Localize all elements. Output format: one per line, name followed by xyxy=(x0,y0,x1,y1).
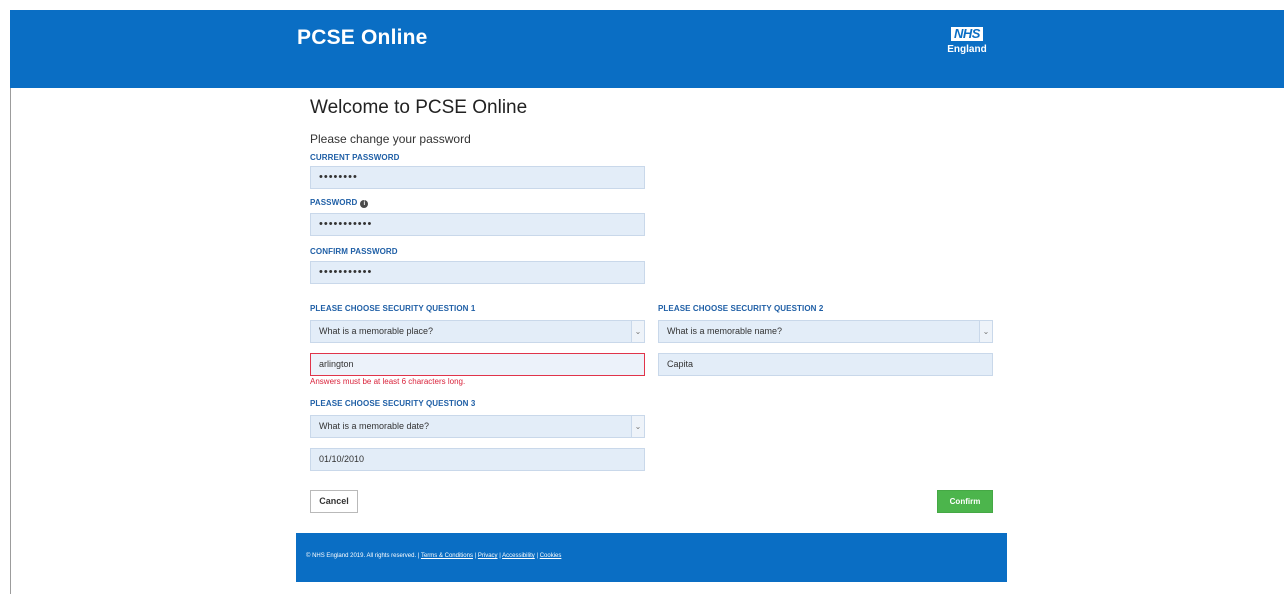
security-answer-2-field[interactable]: Capita xyxy=(658,353,993,376)
security-question-3-select[interactable]: What is a memorable date? ⌄ xyxy=(310,415,645,438)
page-subtitle: Please change your password xyxy=(310,132,471,146)
footer-link-privacy[interactable]: Privacy xyxy=(478,553,498,559)
security-question-2-label: PLEASE CHOOSE SECURITY QUESTION 2 xyxy=(658,304,824,313)
info-icon[interactable]: i xyxy=(360,200,369,208)
footer-copyright: © NHS England 2019. All rights reserved.… xyxy=(306,553,421,559)
nhs-england-logo[interactable]: NHS England xyxy=(942,25,992,56)
security-question-2-select[interactable]: What is a memorable name? ⌄ xyxy=(658,320,993,343)
footer-text: © NHS England 2019. All rights reserved.… xyxy=(306,553,561,559)
password-label-text: PASSWORD xyxy=(310,198,358,207)
site-header xyxy=(10,10,1284,88)
chevron-down-icon[interactable]: ⌄ xyxy=(979,321,992,342)
page-title: Welcome to PCSE Online xyxy=(310,97,528,118)
security-question-1-value: What is a memorable place? xyxy=(319,326,434,336)
chevron-down-icon[interactable]: ⌄ xyxy=(631,416,644,437)
password-label: PASSWORD i xyxy=(310,198,369,208)
security-answer-1-field[interactable]: arlington xyxy=(310,353,645,376)
confirm-password-field[interactable]: ••••••••••• xyxy=(310,261,645,284)
security-question-1-select[interactable]: What is a memorable place? ⌄ xyxy=(310,320,645,343)
footer-link-terms[interactable]: Terms & Conditions xyxy=(421,553,473,559)
footer-link-cookies[interactable]: Cookies xyxy=(540,553,562,559)
security-question-3-label: PLEASE CHOOSE SECURITY QUESTION 3 xyxy=(310,399,476,408)
new-password-field[interactable]: ••••••••••• xyxy=(310,213,645,236)
current-password-label: CURRENT PASSWORD xyxy=(310,153,400,162)
current-password-field[interactable]: •••••••• xyxy=(310,166,645,189)
footer-link-accessibility[interactable]: Accessibility xyxy=(502,553,535,559)
site-footer: © NHS England 2019. All rights reserved.… xyxy=(296,533,1007,582)
page-border xyxy=(10,88,11,594)
confirm-password-label: CONFIRM PASSWORD xyxy=(310,247,398,256)
security-question-2-value: What is a memorable name? xyxy=(667,326,783,336)
security-question-3-value: What is a memorable date? xyxy=(319,421,430,431)
confirm-button[interactable]: Confirm xyxy=(937,490,993,513)
window-top-margin xyxy=(0,0,1284,10)
security-answer-3-field[interactable]: 01/10/2010 xyxy=(310,448,645,471)
nhs-logo-subtitle: England xyxy=(947,44,987,55)
cancel-button[interactable]: Cancel xyxy=(310,490,358,513)
security-answer-1-error: Answers must be at least 6 characters lo… xyxy=(310,377,466,386)
app-title[interactable]: PCSE Online xyxy=(297,26,428,50)
nhs-logo-mark: NHS xyxy=(951,27,983,41)
security-question-1-label: PLEASE CHOOSE SECURITY QUESTION 1 xyxy=(310,304,476,313)
chevron-down-icon[interactable]: ⌄ xyxy=(631,321,644,342)
